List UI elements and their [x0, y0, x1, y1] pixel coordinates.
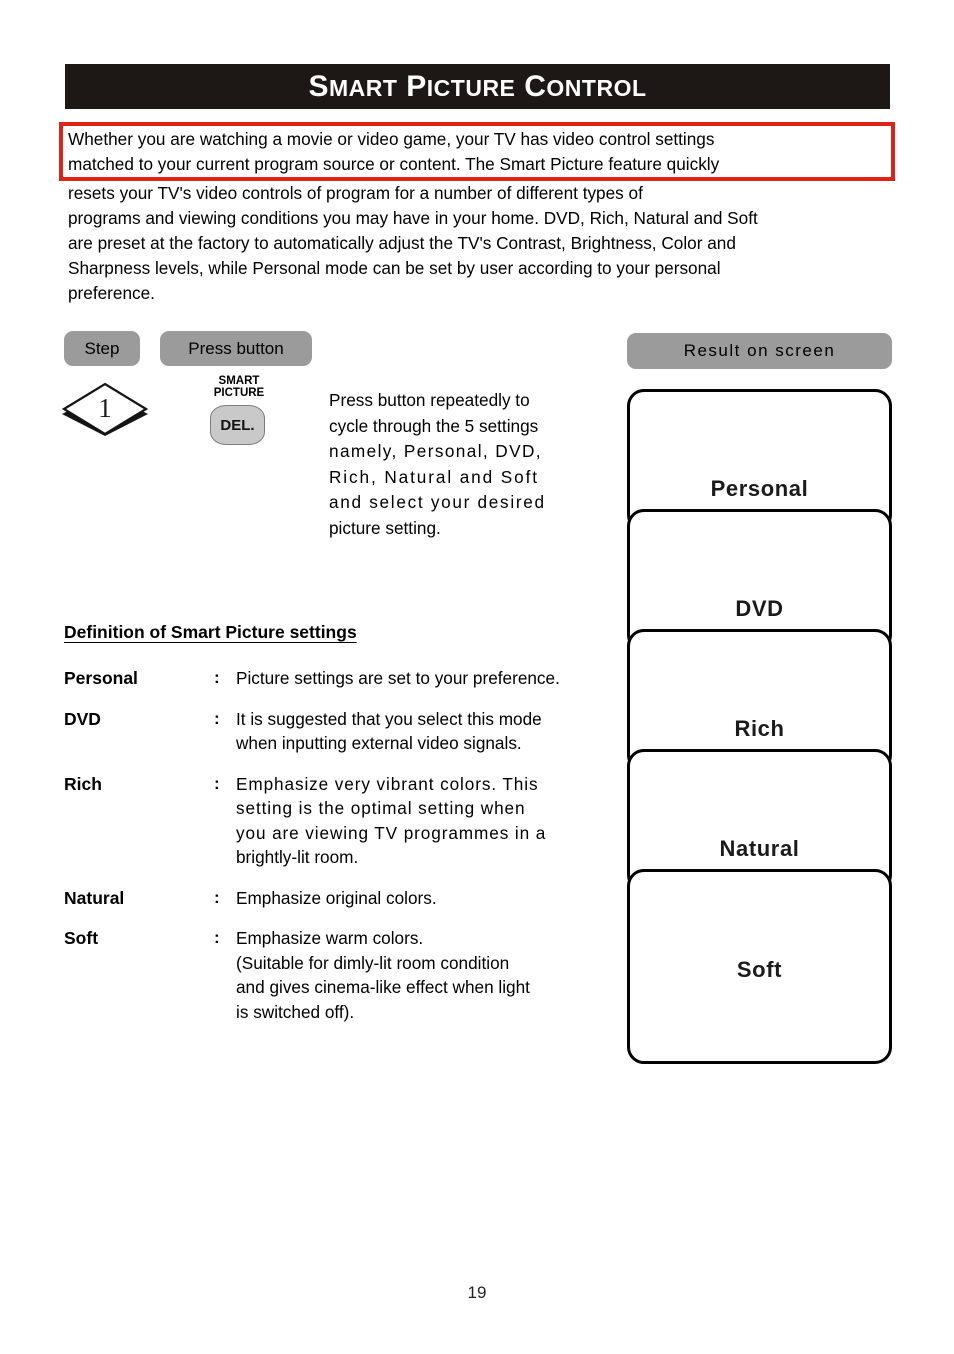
definitions-list: Personal : Picture settings are set to y…: [64, 666, 594, 1040]
page-number: 19: [467, 1283, 487, 1302]
definition-term: Soft: [64, 928, 99, 948]
screen-label-dvd: DVD: [735, 596, 784, 621]
page-title-word-1-rest: MART: [328, 74, 398, 101]
page-title-word-1-cap: S: [308, 69, 329, 103]
page-title-word-2-cap: P: [406, 69, 427, 103]
step-instruction-text: Press button repeatedly to cycle through…: [329, 388, 587, 541]
definition-separator: :: [214, 668, 220, 687]
definition-description: Picture settings are set to your prefere…: [236, 666, 594, 691]
page-title: SMART PICTURE CONTROL: [308, 70, 646, 104]
definition-row-dvd: DVD : It is suggested that you select th…: [64, 707, 594, 756]
definition-separator: :: [214, 887, 220, 907]
definition-line: when inputting external video signals.: [236, 733, 522, 753]
instruction-line: cycle through the 5 settings: [329, 415, 539, 436]
definition-separator: :: [214, 928, 220, 947]
page-title-word-3-rest: ONTROL: [546, 74, 647, 101]
remote-button-name-line2: PICTURE: [213, 387, 265, 399]
intro-highlight-box: Whether you are watching a movie or vide…: [59, 122, 895, 181]
definition-description: It is suggested that you select this mod…: [236, 707, 594, 756]
definition-line: setting is the optimal setting when: [236, 798, 526, 818]
definition-term: DVD: [64, 708, 101, 729]
screen-label-natural: Natural: [719, 836, 800, 861]
definitions-heading: Definition of Smart Picture settings: [64, 622, 357, 642]
intro-line: matched to your current program source o…: [68, 154, 720, 174]
intro-line: Whether you are watching a movie or vide…: [68, 129, 715, 149]
page-title-word-3-cap: C: [524, 69, 547, 103]
definition-description: Emphasize original colors.: [236, 886, 594, 911]
intro-line: preference.: [68, 283, 155, 303]
intro-line: Sharpness levels, while Personal mode ca…: [68, 258, 721, 278]
instruction-line: Rich, Natural and Soft: [329, 466, 539, 487]
remote-button-name: SMART PICTURE: [196, 375, 282, 399]
screen-label-soft: Soft: [736, 957, 783, 982]
definition-line: and gives cinema-like effect when light: [236, 977, 530, 997]
intro-remaining-text: resets your TV's video controls of progr…: [59, 181, 895, 306]
step-number: 1: [98, 392, 112, 423]
step-column-header: Step: [64, 331, 140, 366]
press-button-column-header: Press button: [160, 331, 312, 366]
definition-line: Emphasize very vibrant colors. This: [236, 773, 539, 794]
definition-row-soft: Soft : Emphasize warm colors. (Suitable …: [64, 926, 594, 1024]
instruction-line: namely, Personal, DVD,: [329, 441, 542, 461]
definition-line: brightly-lit room.: [236, 847, 359, 867]
definition-description: Emphasize warm colors. (Suitable for dim…: [236, 926, 594, 1024]
definition-term: Rich: [64, 773, 102, 794]
definition-line: Emphasize warm colors.: [236, 928, 424, 948]
screen-label-rich: Rich: [734, 716, 785, 741]
screen-label-personal: Personal: [710, 476, 809, 501]
instruction-line: Press button repeatedly to: [329, 390, 530, 410]
intro-line: are preset at the factory to automatical…: [68, 233, 736, 253]
intro-paragraph: Whether you are watching a movie or vide…: [59, 122, 895, 306]
remote-button-name-line1: SMART: [218, 375, 260, 387]
step-number-diamond: 1: [61, 382, 149, 440]
definition-line: Emphasize original colors.: [236, 887, 437, 908]
definition-row-natural: Natural : Emphasize original colors.: [64, 886, 594, 911]
result-screens-stack: Personal DVD Rich Natural Soft: [627, 389, 892, 1064]
definition-line: you are viewing TV programmes in a: [236, 822, 547, 843]
definition-row-personal: Personal : Picture settings are set to y…: [64, 666, 594, 691]
definition-description: Emphasize very vibrant colors. This sett…: [236, 772, 594, 870]
intro-line: programs and viewing conditions you may …: [68, 208, 758, 228]
definition-row-rich: Rich : Emphasize very vibrant colors. Th…: [64, 772, 594, 870]
result-on-screen-column-header: Result on screen: [627, 333, 892, 369]
instruction-line: and select your desired: [329, 492, 546, 512]
definition-line: (Suitable for dimly-lit room condition: [236, 952, 510, 973]
smart-picture-del-button[interactable]: DEL.: [210, 405, 265, 445]
page-title-bar: SMART PICTURE CONTROL: [65, 64, 890, 109]
intro-line: resets your TV's video controls of progr…: [68, 183, 643, 203]
page-title-word-2-rest: ICTURE: [426, 74, 516, 101]
instruction-line: picture setting.: [329, 517, 441, 538]
definition-line: It is suggested that you select this mod…: [236, 708, 542, 729]
definition-line: is switched off).: [236, 1001, 355, 1022]
definition-separator: :: [214, 773, 220, 793]
definition-term: Natural: [64, 887, 125, 908]
definition-term: Personal: [64, 668, 138, 688]
definition-separator: :: [214, 708, 220, 728]
definition-line: Picture settings are set to your prefere…: [236, 668, 560, 688]
